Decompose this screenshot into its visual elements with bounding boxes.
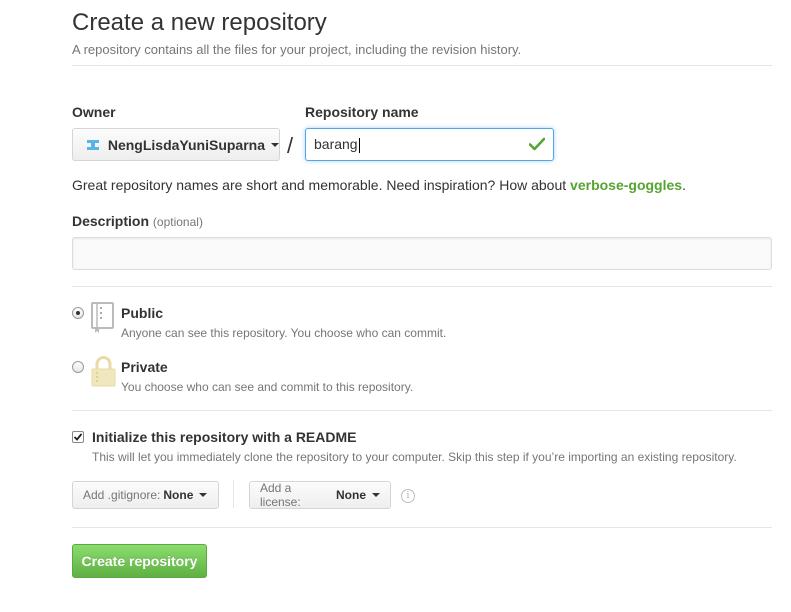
name-suggestion-hint: Great repository names are short and mem… [72,177,686,193]
page-title: Create a new repository [72,9,327,36]
repo-name-input[interactable]: barang [305,128,554,161]
gitignore-label: Add .gitignore: [83,488,161,502]
owner-select[interactable]: NengLisdaYuniSuparna [72,128,280,161]
license-value: None [336,488,366,502]
lock-icon [91,356,116,387]
license-label: Add a license: [260,481,301,509]
owner-value: NengLisdaYuniSuparna [107,136,265,153]
public-note: Anyone can see this repository. You choo… [121,326,447,340]
license-select[interactable]: Add a license: None [249,481,391,509]
text-cursor [358,137,360,153]
create-repository-button[interactable]: Create repository [72,544,207,578]
owner-label: Owner [72,104,116,120]
divider [72,410,772,411]
divider [72,286,772,287]
page-subtitle: A repository contains all the files for … [72,42,522,57]
public-radio[interactable] [72,307,84,319]
divider [72,65,772,66]
description-input[interactable] [72,237,772,270]
private-radio[interactable] [72,361,84,373]
private-note: You choose who can see and commit to thi… [121,380,414,394]
caret-down-icon [199,493,208,497]
repo-name-label: Repository name [305,104,419,120]
checkmark-icon [529,137,545,151]
caret-down-icon [271,142,279,147]
identicon-avatar [87,139,99,151]
init-readme-title: Initialize this repository with a README [92,429,357,445]
optional-note: (optional) [152,215,203,229]
repo-name-value: barang [314,136,358,152]
init-readme-checkbox[interactable] [72,431,84,443]
description-label: Description [72,213,150,229]
gitignore-select[interactable]: Add .gitignore: None [72,481,219,509]
hint-text: Great repository names are short and mem… [72,177,571,193]
divider [72,527,772,528]
hint-end: . [682,177,686,193]
suggested-name-link[interactable]: verbose-goggles [570,177,682,193]
book-repo-icon [91,302,114,333]
owner-repo-separator: / [287,133,294,158]
gitignore-value: None [163,488,194,502]
caret-down-icon [372,493,380,497]
private-title: Private [121,359,168,375]
info-icon[interactable]: i [401,489,415,503]
checkbox-check-icon [73,433,83,441]
vertical-divider [233,480,234,508]
public-title: Public [121,305,164,321]
description-label-row: Description (optional) [72,213,203,229]
init-readme-note: This will let you immediately clone the … [92,450,737,464]
